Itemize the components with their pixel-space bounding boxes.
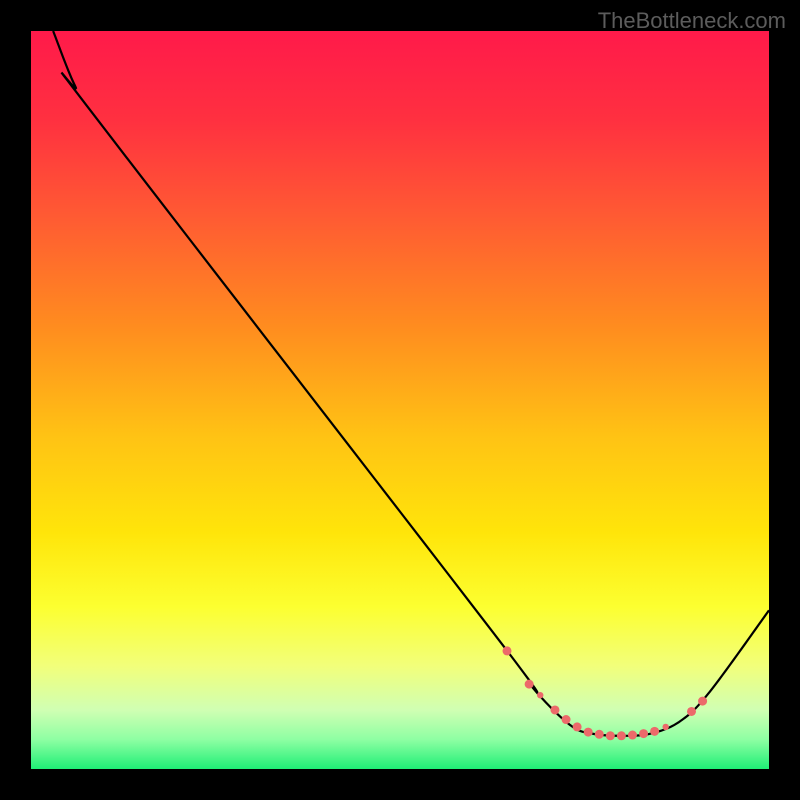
gradient-background <box>31 31 769 769</box>
chart-svg <box>31 31 769 769</box>
marker-dot <box>573 722 582 731</box>
chart-area <box>31 31 769 769</box>
marker-dot <box>562 715 571 724</box>
marker-dot <box>687 707 696 716</box>
marker-dot <box>650 727 659 736</box>
marker-dot <box>584 728 593 737</box>
marker-dot <box>628 731 637 740</box>
marker-dot <box>537 692 543 698</box>
marker-dot <box>662 724 668 730</box>
watermark-text: TheBottleneck.com <box>598 8 786 34</box>
marker-dot <box>525 680 534 689</box>
marker-dot <box>698 697 707 706</box>
marker-dot <box>595 730 604 739</box>
marker-dot <box>639 729 648 738</box>
marker-dot <box>550 705 559 714</box>
marker-dot <box>606 731 615 740</box>
marker-dot <box>617 731 626 740</box>
marker-dot <box>503 646 512 655</box>
